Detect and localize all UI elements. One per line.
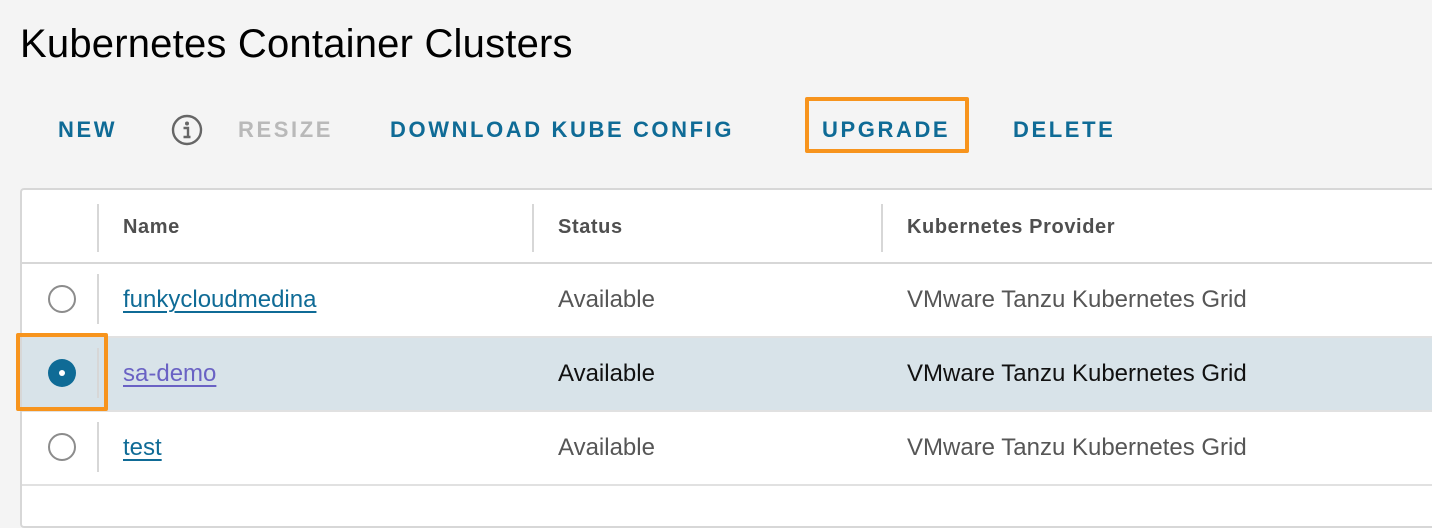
cluster-name-link[interactable]: funkycloudmedina — [123, 264, 316, 336]
cluster-provider: VMware Tanzu Kubernetes Grid — [907, 286, 1247, 313]
cluster-provider: VMware Tanzu Kubernetes Grid — [907, 434, 1247, 461]
info-circle-icon[interactable] — [171, 114, 203, 146]
table-header: Name Status Kubernetes Provider — [22, 190, 1432, 264]
column-header-provider[interactable]: Kubernetes Provider — [907, 190, 1115, 264]
download-kube-config-button[interactable]: DOWNLOAD KUBE CONFIG — [390, 100, 734, 160]
row-separator — [97, 274, 99, 324]
cluster-name-link[interactable]: sa-demo — [123, 338, 216, 410]
column-header-status[interactable]: Status — [558, 190, 623, 264]
row-separator — [97, 422, 99, 472]
column-header-name[interactable]: Name — [123, 190, 180, 264]
row-radio-button[interactable] — [48, 285, 76, 313]
table-row[interactable]: test Available VMware Tanzu Kubernetes G… — [22, 412, 1432, 486]
column-separator[interactable] — [881, 204, 883, 252]
new-button[interactable]: NEW — [58, 100, 117, 160]
resize-button[interactable]: RESIZE — [238, 100, 333, 160]
page-title: Kubernetes Container Clusters — [20, 22, 573, 66]
upgrade-button[interactable]: UPGRADE — [822, 100, 950, 160]
row-radio-button[interactable] — [48, 433, 76, 461]
row-separator — [97, 348, 99, 398]
cluster-status: Available — [558, 286, 655, 313]
delete-button[interactable]: DELETE — [1013, 100, 1115, 160]
table-row[interactable]: funkycloudmedina Available VMware Tanzu … — [22, 264, 1432, 338]
column-separator[interactable] — [532, 204, 534, 252]
cluster-provider: VMware Tanzu Kubernetes Grid — [907, 360, 1247, 387]
cluster-status: Available — [558, 434, 655, 461]
column-separator — [97, 204, 99, 252]
clusters-table: Name Status Kubernetes Provider funkyclo… — [20, 188, 1432, 528]
cluster-status: Available — [558, 360, 655, 387]
row-radio-button-selected[interactable] — [48, 359, 76, 387]
cluster-name-link[interactable]: test — [123, 412, 162, 484]
table-row-selected[interactable]: sa-demo Available VMware Tanzu Kubernete… — [22, 338, 1432, 412]
toolbar: NEW RESIZE DOWNLOAD KUBE CONFIG UPGRADE … — [0, 100, 1432, 160]
